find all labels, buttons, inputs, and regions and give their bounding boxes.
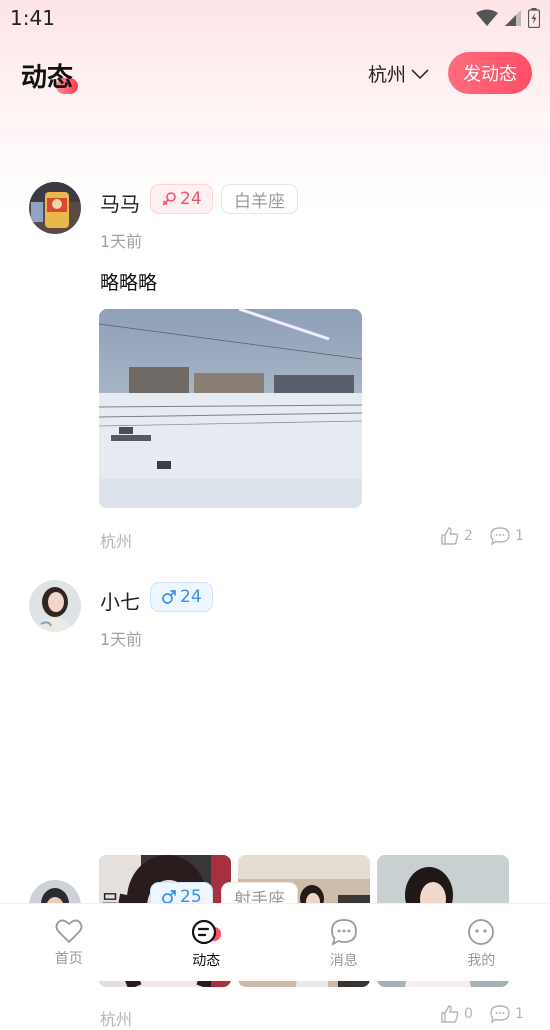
battery-icon bbox=[528, 8, 540, 28]
like-button[interactable]: 0 bbox=[440, 1004, 473, 1024]
female-icon bbox=[161, 191, 177, 207]
nav-label: 首页 bbox=[55, 948, 83, 968]
gender-age-badge: 24 bbox=[150, 582, 213, 612]
thumbs-up-icon bbox=[440, 526, 460, 546]
username[interactable]: 小七 bbox=[100, 586, 140, 615]
like-button[interactable]: 2 bbox=[440, 526, 473, 546]
post-location: 杭州 bbox=[100, 1006, 132, 1030]
post-time: 1天前 bbox=[100, 228, 142, 252]
like-count: 2 bbox=[464, 528, 473, 544]
comment-icon bbox=[489, 526, 511, 546]
age-text: 24 bbox=[180, 587, 202, 607]
header: 动态 杭州 发动态 bbox=[0, 48, 550, 100]
city-selector[interactable]: 杭州 bbox=[368, 60, 430, 87]
page-title: 动态 bbox=[21, 57, 73, 94]
nav-item-messages[interactable]: 消息 bbox=[275, 904, 413, 981]
avatar[interactable] bbox=[29, 182, 81, 234]
comment-icon bbox=[489, 1004, 511, 1024]
nav-item-home[interactable]: 首页 bbox=[0, 904, 138, 981]
wifi-icon bbox=[476, 9, 498, 27]
username[interactable]: 马马 bbox=[100, 188, 140, 217]
nav-label: 消息 bbox=[330, 950, 358, 970]
status-icons bbox=[476, 8, 540, 28]
bottom-navigation: 首页 动态 消息 我的 bbox=[0, 903, 550, 981]
post-time: 1天前 bbox=[100, 626, 142, 650]
like-count: 0 bbox=[464, 1006, 473, 1022]
post-moment-button[interactable]: 发动态 bbox=[448, 52, 532, 94]
nav-label: 我的 bbox=[467, 950, 495, 970]
comment-count: 1 bbox=[515, 528, 524, 544]
post-text: 略略略 bbox=[100, 268, 157, 295]
comment-button[interactable]: 1 bbox=[489, 526, 524, 546]
status-bar: 1:41 bbox=[0, 0, 550, 38]
nav-item-moments[interactable]: 动态 bbox=[138, 904, 276, 981]
face-icon bbox=[467, 918, 495, 946]
signal-icon bbox=[504, 9, 522, 27]
post-location: 杭州 bbox=[100, 528, 132, 552]
zodiac-badge: 白羊座 bbox=[221, 184, 298, 214]
city-label: 杭州 bbox=[368, 60, 406, 87]
nav-item-profile[interactable]: 我的 bbox=[413, 904, 550, 981]
age-text: 24 bbox=[180, 189, 202, 209]
status-time: 1:41 bbox=[10, 6, 55, 30]
chevron-down-icon bbox=[410, 67, 430, 81]
chat-icon bbox=[330, 918, 358, 946]
male-icon bbox=[161, 589, 177, 605]
thumbs-up-icon bbox=[440, 1004, 460, 1024]
nav-label: 动态 bbox=[192, 950, 220, 970]
winter-railway-photo[interactable] bbox=[99, 309, 362, 508]
avatar[interactable] bbox=[29, 580, 81, 632]
gender-age-badge: 24 bbox=[150, 184, 213, 214]
moments-icon bbox=[190, 918, 222, 946]
comment-button[interactable]: 1 bbox=[489, 1004, 524, 1024]
comment-count: 1 bbox=[515, 1006, 524, 1022]
heart-icon bbox=[55, 918, 83, 944]
